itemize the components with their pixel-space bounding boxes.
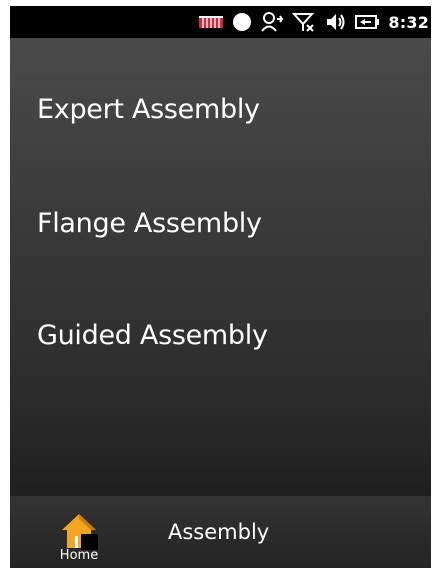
battery-icon[interactable] (354, 11, 380, 33)
bottom-bar-title: Assembly (168, 520, 270, 544)
home-label: Home (59, 548, 99, 563)
status-bar: 8:32 (10, 6, 431, 38)
no-signal-icon[interactable] (292, 11, 316, 33)
sync-user-icon[interactable] (260, 11, 284, 33)
menu-item-flange-assembly[interactable]: Flange Assembly (37, 208, 262, 239)
menu-item-guided-assembly[interactable]: Guided Assembly (37, 320, 268, 351)
circle-record-icon[interactable] (232, 11, 252, 33)
home-button[interactable]: Home (54, 510, 110, 566)
status-time: 8:32 (388, 12, 429, 32)
home-icon (62, 514, 98, 550)
assembly-menu: Expert Assembly Flange Assembly Guided A… (10, 38, 431, 496)
screen: 8:32 Expert Assembly Flange Assembly Gui… (0, 0, 433, 573)
bottom-bar: Home Assembly (10, 496, 431, 568)
menu-item-expert-assembly[interactable]: Expert Assembly (37, 94, 260, 125)
device-screen: 8:32 Expert Assembly Flange Assembly Gui… (10, 6, 431, 568)
keyboard-grid-icon[interactable] (198, 11, 224, 33)
volume-icon[interactable] (324, 11, 346, 33)
